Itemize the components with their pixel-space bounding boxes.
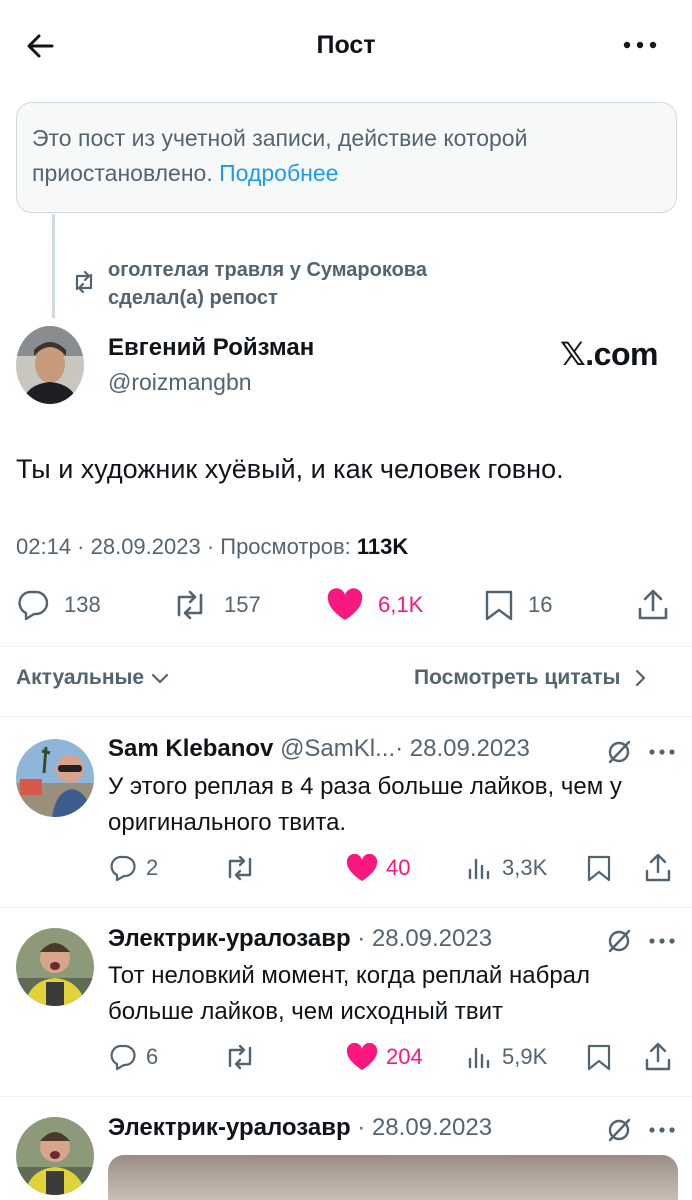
more-options-button[interactable] — [616, 30, 664, 60]
reply-repost-button[interactable] — [222, 851, 266, 885]
author-handle[interactable]: @roizmangbn — [108, 366, 252, 398]
reply-author-name[interactable]: Sam Klebanov — [108, 735, 273, 762]
share-icon — [645, 853, 671, 882]
suspended-notice: Это пост из учетной записи, действие кот… — [16, 102, 677, 213]
views-bar-icon — [468, 858, 490, 880]
reply-date: · 28.09.2023 — [395, 735, 530, 762]
reply-author-name[interactable]: Электрик-уралозавр — [108, 925, 351, 952]
chevron-right-icon — [636, 669, 646, 687]
view-quotes-link[interactable]: Посмотреть цитаты — [414, 662, 650, 694]
bookmark-icon — [587, 855, 611, 882]
reply-like-button[interactable]: 204 — [346, 1040, 423, 1074]
reply-icon — [110, 855, 136, 882]
reply-author-name[interactable]: Электрик-уралозавр — [108, 1114, 351, 1141]
post-views: 113K — [356, 534, 409, 559]
reply-avatar[interactable] — [16, 739, 94, 817]
reply-text: Тот неловкий момент, когда реплай набрал… — [108, 962, 591, 1025]
reply-author-handle[interactable]: @SamKl... — [280, 735, 395, 762]
x-watermark: 𝕏.com — [560, 336, 658, 372]
grok-icon[interactable] — [606, 739, 632, 765]
bookmark-icon — [485, 590, 513, 621]
reply-view-count: 5,9K — [502, 1044, 548, 1069]
share-icon — [638, 589, 668, 620]
reply-date: · 28.09.2023 — [357, 925, 493, 952]
reply-avatar[interactable] — [16, 1117, 94, 1195]
reply-share-button[interactable] — [644, 1040, 680, 1074]
grok-icon[interactable] — [606, 1117, 632, 1143]
repost-icon — [228, 1044, 252, 1070]
reply-like-count: 204 — [386, 1044, 423, 1069]
reply-header: Sam Klebanov @SamKl...· 28.09.2023 — [108, 733, 530, 765]
reply-more-icon[interactable] — [648, 936, 676, 946]
repost-label[interactable]: оголтелая травля у Сумарокова сделал(а) … — [108, 256, 528, 312]
bookmark-icon — [587, 1044, 611, 1071]
reply-item[interactable]: Электрик-уралозавр · 28.09.2023 — [0, 1097, 692, 1200]
post-meta: 02:14 · 28.09.2023 · Просмотров: 113K — [16, 531, 408, 563]
reply-date: · 28.09.2023 — [357, 1114, 493, 1141]
bookmark-button[interactable]: 16 — [484, 585, 552, 625]
reply-text: У этого реплая в 4 раза больше лайков, ч… — [108, 773, 622, 836]
reply-icon — [110, 1044, 136, 1071]
reply-more-icon[interactable] — [648, 747, 676, 757]
share-icon — [645, 1042, 671, 1071]
reply-button[interactable]: 138 — [16, 585, 101, 625]
reply-view-count: 3,3K — [502, 855, 548, 880]
post-text: Ты и художник хуёвый, и как человек говн… — [16, 454, 564, 484]
more-dots-icon — [623, 41, 657, 49]
repost-count: 157 — [224, 592, 261, 617]
heart-filled-icon — [346, 854, 378, 881]
reply-count: 138 — [64, 592, 101, 617]
divider — [0, 646, 692, 647]
reply-icon — [18, 590, 49, 621]
sort-label: Актуальные — [16, 666, 145, 689]
repost-button[interactable]: 157 — [170, 585, 261, 625]
reply-bookmark-button[interactable] — [586, 1040, 620, 1074]
share-button[interactable] — [636, 585, 684, 625]
author-name[interactable]: Евгений Ройзман — [108, 332, 314, 364]
grok-icon[interactable] — [606, 928, 632, 954]
reply-like-count: 40 — [386, 855, 411, 880]
reply-avatar[interactable] — [16, 928, 94, 1006]
author-avatar[interactable] — [16, 326, 84, 404]
reply-reply-button[interactable]: 2 — [108, 851, 158, 885]
heart-filled-icon — [327, 588, 363, 620]
reply-header: Электрик-уралозавр · 28.09.2023 — [108, 923, 492, 955]
reply-views-button[interactable]: 3,3K — [466, 851, 547, 885]
like-button[interactable]: 6,1K — [326, 585, 423, 625]
heart-filled-icon — [346, 1043, 378, 1070]
reply-bookmark-button[interactable] — [586, 851, 620, 885]
quotes-label: Посмотреть цитаты — [414, 666, 621, 689]
learn-more-link[interactable]: Подробнее — [219, 160, 338, 186]
reply-share-button[interactable] — [644, 851, 680, 885]
reply-like-button[interactable]: 40 — [346, 851, 410, 885]
reply-item[interactable]: Электрик-уралозавр · 28.09.2023 Тот нело… — [0, 908, 692, 1096]
reply-repost-button[interactable] — [222, 1040, 266, 1074]
reply-item[interactable]: Sam Klebanov @SamKl...· 28.09.2023 У это… — [0, 717, 692, 907]
like-count: 6,1K — [378, 592, 424, 617]
repost-icon — [177, 590, 203, 620]
thread-line — [52, 214, 55, 318]
reply-header: Электрик-уралозавр · 28.09.2023 — [108, 1112, 492, 1144]
views-bar-icon — [468, 1047, 490, 1069]
reply-more-icon[interactable] — [648, 1125, 676, 1135]
post-time: 02:14 · 28.09.2023 · Просмотров: — [16, 534, 357, 559]
repost-icon — [228, 855, 252, 881]
chevron-down-icon — [152, 673, 169, 684]
reply-reply-count: 6 — [146, 1044, 159, 1069]
bookmark-count: 16 — [528, 592, 553, 617]
reply-reply-button[interactable]: 6 — [108, 1040, 158, 1074]
reply-reply-count: 2 — [146, 855, 159, 880]
sort-dropdown[interactable]: Актуальные — [16, 662, 170, 694]
reply-media-image[interactable] — [108, 1155, 678, 1200]
page-title: Пост — [316, 31, 376, 59]
reply-views-button[interactable]: 5,9K — [466, 1040, 547, 1074]
repost-icon — [70, 270, 98, 294]
